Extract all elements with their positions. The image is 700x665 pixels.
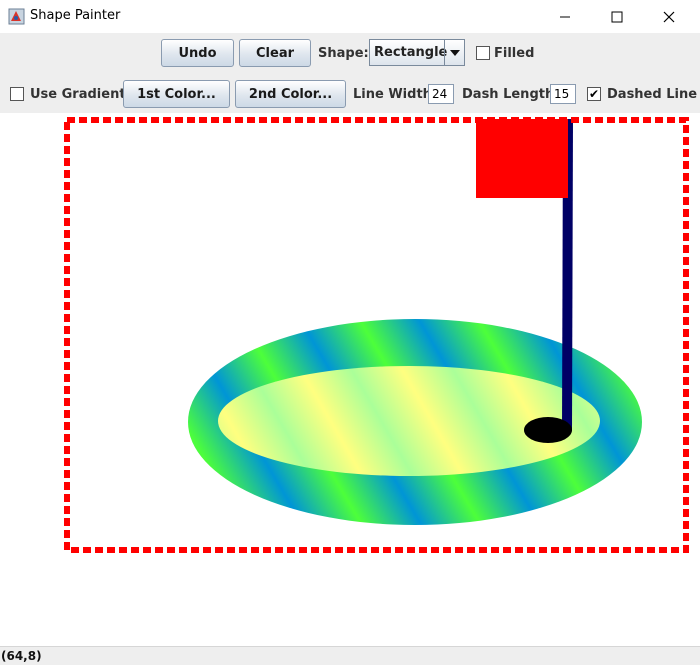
- canvas-drawing: [64, 117, 689, 553]
- clear-button[interactable]: Clear: [239, 39, 311, 67]
- minimize-icon: [560, 16, 570, 17]
- dashed-line-label: Dashed Line: [607, 87, 698, 102]
- dropdown-arrow-icon[interactable]: [444, 40, 464, 65]
- filled-label: Filled: [494, 46, 535, 61]
- close-icon: [663, 11, 675, 22]
- undo-button[interactable]: Undo: [161, 39, 234, 67]
- shape-select-value: Rectangle: [374, 45, 448, 60]
- filled-checkbox[interactable]: [476, 46, 490, 60]
- java-app-icon: [8, 8, 25, 25]
- maximize-icon: [611, 11, 623, 22]
- status-bar: (64,8): [0, 646, 700, 665]
- line-width-label: Line Width:: [353, 87, 438, 102]
- hole: [524, 417, 572, 443]
- shape-select[interactable]: Rectangle: [369, 39, 465, 66]
- use-gradient-checkbox[interactable]: [10, 87, 24, 101]
- dash-length-field[interactable]: 15: [550, 84, 576, 104]
- maximize-button[interactable]: [594, 0, 640, 33]
- title-bar: Shape Painter: [0, 0, 700, 33]
- dash-length-label: Dash Length:: [462, 87, 560, 102]
- drawing-canvas[interactable]: [0, 113, 700, 646]
- first-color-button[interactable]: 1st Color...: [123, 80, 230, 108]
- shape-label: Shape:: [318, 46, 369, 61]
- window-title: Shape Painter: [30, 8, 121, 23]
- checkmark-icon: ✔: [588, 87, 600, 101]
- use-gradient-label: Use Gradient: [30, 87, 126, 102]
- line-width-field[interactable]: 24: [428, 84, 454, 104]
- dashed-line-checkbox[interactable]: ✔: [587, 87, 601, 101]
- coordinates-readout: (64,8): [1, 649, 42, 663]
- second-color-button[interactable]: 2nd Color...: [235, 80, 346, 108]
- close-button[interactable]: [646, 0, 692, 33]
- flag: [476, 119, 568, 198]
- minimize-button[interactable]: [542, 0, 588, 33]
